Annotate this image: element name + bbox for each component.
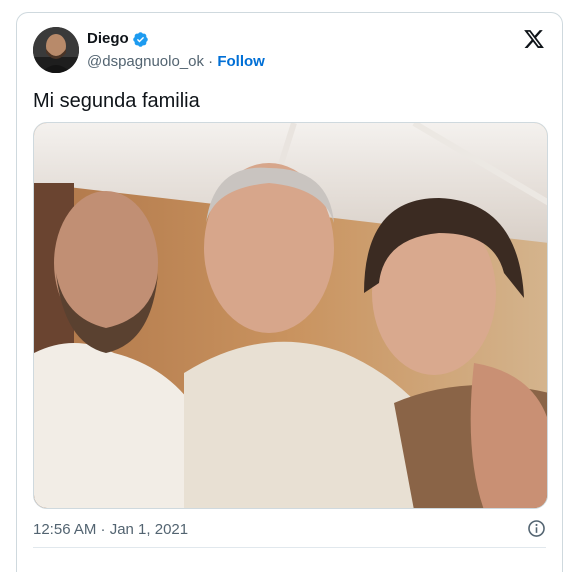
info-icon[interactable]: [527, 519, 546, 538]
handle-separator: ·: [208, 53, 214, 70]
handle-row: @dspagnuolo_ok · Follow: [87, 53, 265, 70]
follow-button[interactable]: Follow: [217, 53, 265, 70]
author-name[interactable]: Diego: [87, 30, 129, 47]
author-handle[interactable]: @dspagnuolo_ok: [87, 53, 204, 70]
x-logo-icon[interactable]: [522, 28, 546, 50]
tweet-card: Diego @dspagnuolo_ok · Follow Mi segunda…: [16, 12, 563, 572]
tweet-photo[interactable]: [33, 122, 548, 509]
tweet-timestamp[interactable]: 12:56 AM · Jan 1, 2021: [33, 521, 188, 538]
divider: [33, 547, 546, 548]
avatar[interactable]: [33, 27, 79, 73]
verified-badge-icon: [133, 32, 148, 47]
tweet-text: Mi segunda familia: [33, 90, 200, 112]
